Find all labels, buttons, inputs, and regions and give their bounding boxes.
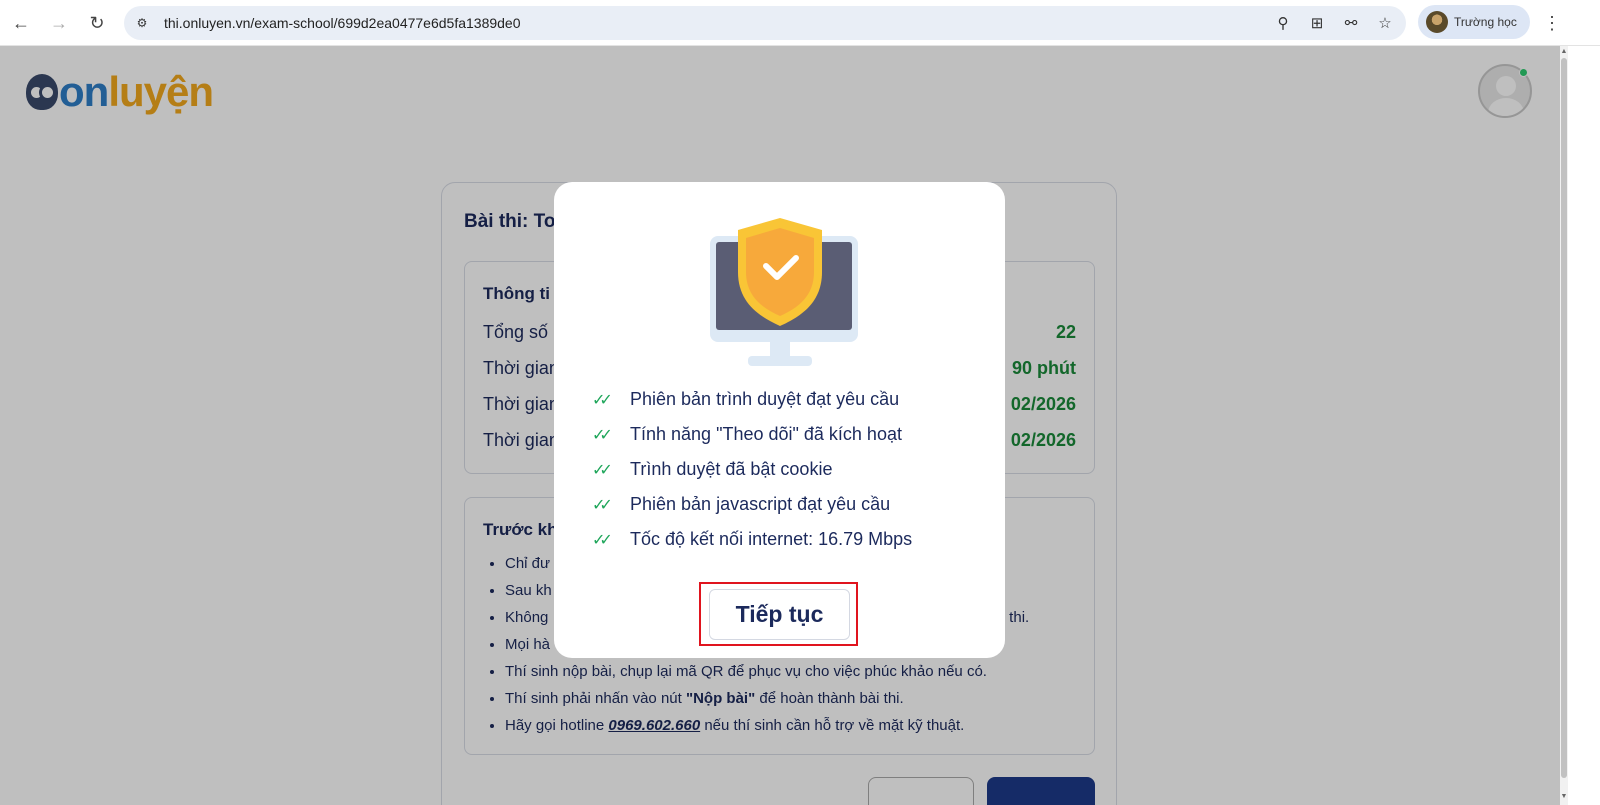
check-item: ✓✓ Trình duyệt đã bật cookie: [592, 452, 912, 487]
password-key-icon[interactable]: ⚯: [1340, 12, 1362, 34]
continue-button[interactable]: Tiếp tục: [709, 589, 850, 640]
scroll-down-arrow-icon[interactable]: ▼: [1560, 793, 1568, 803]
menu-dots-icon[interactable]: ⋮: [1542, 10, 1562, 36]
check-item: ✓✓ Phiên bản javascript đạt yêu cầu: [592, 487, 912, 522]
double-check-icon: ✓✓: [592, 426, 613, 444]
reload-icon[interactable]: ↻: [84, 10, 110, 36]
forward-icon[interactable]: →: [46, 10, 72, 36]
check-label: Tính năng "Theo dõi" đã kích hoạt: [630, 424, 902, 444]
profile-name: Trường học: [1454, 15, 1517, 29]
check-label: Phiên bản trình duyệt đạt yêu cầu: [630, 389, 900, 409]
bookmark-star-icon[interactable]: ☆: [1374, 12, 1396, 34]
check-label: Tốc độ kết nối internet: 16.79 Mbps: [630, 529, 913, 549]
double-check-icon: ✓✓: [592, 496, 613, 514]
system-check-modal: ✓✓ Phiên bản trình duyệt đạt yêu cầu ✓✓ Tí…: [554, 182, 1005, 658]
site-settings-icon[interactable]: ⚙: [132, 13, 152, 33]
scrollbar-thumb[interactable]: [1561, 58, 1567, 778]
check-item: ✓✓ Tính năng "Theo dõi" đã kích hoạt: [592, 417, 912, 452]
system-check-list: ✓✓ Phiên bản trình duyệt đạt yêu cầu ✓✓ Tí…: [592, 382, 912, 557]
zoom-icon[interactable]: ⚲: [1272, 12, 1294, 34]
url-text[interactable]: thi.onluyen.vn/exam-school/699d2ea0477e6…: [164, 15, 521, 31]
profile-button[interactable]: Trường học: [1418, 5, 1530, 39]
check-label: Phiên bản javascript đạt yêu cầu: [630, 494, 891, 514]
check-item: ✓✓ Phiên bản trình duyệt đạt yêu cầu: [592, 382, 912, 417]
double-check-icon: ✓✓: [592, 391, 613, 409]
address-bar[interactable]: ⚙ thi.onluyen.vn/exam-school/699d2ea0477…: [124, 6, 1406, 40]
back-icon[interactable]: ←: [8, 10, 34, 36]
scroll-up-arrow-icon[interactable]: ▲: [1560, 48, 1568, 58]
profile-avatar: [1426, 11, 1448, 33]
browser-toolbar: ← → ↻ ⚙ thi.onluyen.vn/exam-school/699d2…: [0, 0, 1600, 46]
check-item: ✓✓ Tốc độ kết nối internet: 16.79 Mbps: [592, 522, 912, 557]
double-check-icon: ✓✓: [592, 531, 613, 549]
secure-computer-shield-icon: [710, 218, 858, 366]
double-check-icon: ✓✓: [592, 461, 613, 479]
check-label: Trình duyệt đã bật cookie: [630, 459, 833, 479]
install-icon[interactable]: ⊞: [1306, 12, 1328, 34]
